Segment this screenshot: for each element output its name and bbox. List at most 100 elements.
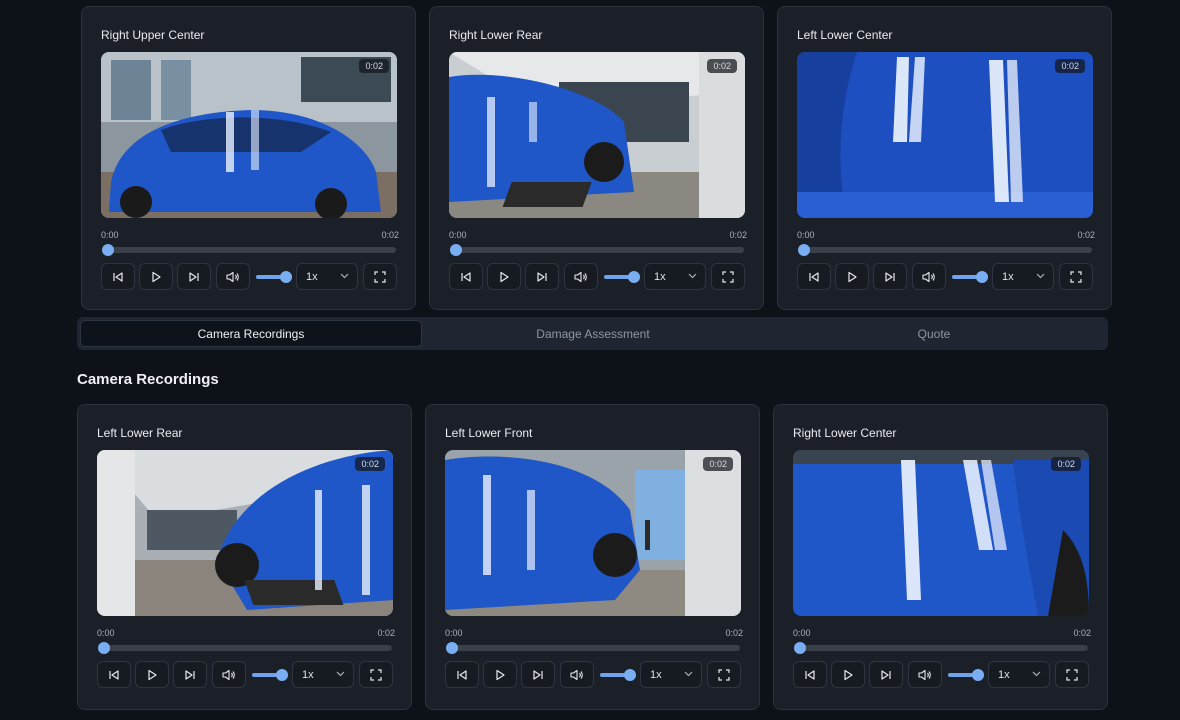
current-time: 0:00 — [445, 628, 463, 638]
video-thumbnail — [445, 450, 741, 616]
skip-forward-button[interactable] — [873, 263, 907, 290]
skip-forward-button[interactable] — [869, 661, 903, 688]
speed-value: 1x — [1002, 271, 1014, 283]
speed-select[interactable]: 1x — [640, 661, 702, 688]
fullscreen-button[interactable] — [707, 661, 741, 688]
video-thumbnail — [97, 450, 393, 616]
progress-thumb[interactable] — [102, 244, 114, 256]
volume-thumb[interactable] — [976, 271, 988, 283]
skip-forward-icon — [185, 669, 195, 680]
progress-track[interactable] — [450, 645, 740, 651]
speed-select[interactable]: 1x — [296, 263, 358, 290]
video-thumbnail — [797, 52, 1093, 218]
volume-icon — [570, 669, 583, 680]
play-button[interactable] — [483, 661, 517, 688]
video-frame[interactable]: 0:02 — [445, 450, 741, 616]
skip-forward-icon — [881, 669, 891, 680]
video-frame[interactable]: 0:02 — [101, 52, 397, 218]
volume-button[interactable] — [212, 661, 246, 688]
volume-thumb[interactable] — [280, 271, 292, 283]
progress-track[interactable] — [802, 247, 1092, 253]
skip-back-button[interactable] — [793, 661, 827, 688]
duration-badge: 0:02 — [707, 59, 737, 73]
skip-forward-button[interactable] — [177, 263, 211, 290]
skip-back-button[interactable] — [97, 661, 131, 688]
volume-button[interactable] — [564, 263, 598, 290]
skip-back-button[interactable] — [797, 263, 831, 290]
progress-thumb[interactable] — [794, 642, 806, 654]
skip-back-icon — [461, 271, 471, 282]
video-card: Right Upper Center 0:02 0:00 0:02 1x — [81, 6, 416, 310]
progress-track[interactable] — [106, 247, 396, 253]
chevron-down-icon — [688, 273, 697, 279]
speed-value: 1x — [654, 271, 666, 283]
video-frame[interactable]: 0:02 — [449, 52, 745, 218]
tab-quote[interactable]: Quote — [763, 320, 1105, 347]
total-time: 0:02 — [725, 628, 743, 638]
play-icon — [148, 669, 157, 680]
play-button[interactable] — [831, 661, 865, 688]
video-frame[interactable]: 0:02 — [793, 450, 1089, 616]
tab-damage-assessment[interactable]: Damage Assessment — [422, 320, 764, 347]
fullscreen-button[interactable] — [1059, 263, 1093, 290]
fullscreen-button[interactable] — [359, 661, 393, 688]
progress-track[interactable] — [454, 247, 744, 253]
speed-select[interactable]: 1x — [988, 661, 1050, 688]
fullscreen-icon — [1066, 668, 1078, 681]
volume-button[interactable] — [908, 661, 942, 688]
total-time: 0:02 — [377, 628, 395, 638]
progress-thumb[interactable] — [450, 244, 462, 256]
section-title: Camera Recordings — [77, 371, 219, 388]
play-button[interactable] — [835, 263, 869, 290]
skip-back-button[interactable] — [445, 661, 479, 688]
camera-title: Left Lower Front — [445, 426, 533, 440]
volume-icon — [574, 271, 587, 282]
skip-back-button[interactable] — [101, 263, 135, 290]
speed-value: 1x — [998, 669, 1010, 681]
progress-thumb[interactable] — [446, 642, 458, 654]
total-time: 0:02 — [1077, 230, 1095, 240]
skip-back-icon — [109, 669, 119, 680]
play-button[interactable] — [139, 263, 173, 290]
chevron-down-icon — [340, 273, 349, 279]
speed-select[interactable]: 1x — [292, 661, 354, 688]
skip-forward-button[interactable] — [525, 263, 559, 290]
volume-icon — [918, 669, 931, 680]
speed-select[interactable]: 1x — [644, 263, 706, 290]
video-card: Left Lower Rear 0:02 0:00 0:02 1x — [77, 404, 412, 710]
progress-thumb[interactable] — [98, 642, 110, 654]
video-frame[interactable]: 0:02 — [97, 450, 393, 616]
volume-thumb[interactable] — [628, 271, 640, 283]
play-icon — [844, 669, 853, 680]
play-button[interactable] — [135, 661, 169, 688]
play-button[interactable] — [487, 263, 521, 290]
volume-thumb[interactable] — [972, 669, 984, 681]
play-icon — [500, 271, 509, 282]
video-frame[interactable]: 0:02 — [797, 52, 1093, 218]
fullscreen-button[interactable] — [1055, 661, 1089, 688]
current-time: 0:00 — [793, 628, 811, 638]
tab-camera-recordings[interactable]: Camera Recordings — [80, 320, 422, 347]
speed-value: 1x — [650, 669, 662, 681]
duration-badge: 0:02 — [1051, 457, 1081, 471]
play-icon — [152, 271, 161, 282]
volume-thumb[interactable] — [624, 669, 636, 681]
volume-button[interactable] — [912, 263, 946, 290]
fullscreen-button[interactable] — [711, 263, 745, 290]
skip-forward-button[interactable] — [173, 661, 207, 688]
fullscreen-button[interactable] — [363, 263, 397, 290]
skip-back-button[interactable] — [449, 263, 483, 290]
skip-forward-button[interactable] — [521, 661, 555, 688]
duration-badge: 0:02 — [355, 457, 385, 471]
skip-forward-icon — [537, 271, 547, 282]
camera-title: Right Lower Center — [793, 426, 897, 440]
volume-button[interactable] — [216, 263, 250, 290]
progress-thumb[interactable] — [798, 244, 810, 256]
progress-track[interactable] — [798, 645, 1088, 651]
volume-button[interactable] — [560, 661, 594, 688]
camera-title: Right Lower Rear — [449, 28, 543, 42]
speed-select[interactable]: 1x — [992, 263, 1054, 290]
progress-track[interactable] — [102, 645, 392, 651]
volume-thumb[interactable] — [276, 669, 288, 681]
total-time: 0:02 — [729, 230, 747, 240]
